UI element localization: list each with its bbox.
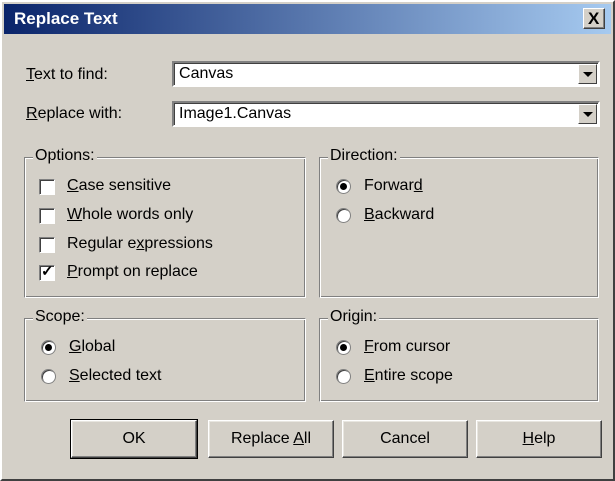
- replace-text-dialog: Replace Text X Text to find: Canvas Repl…: [0, 0, 615, 481]
- whole-words-label[interactable]: Whole words only: [67, 206, 193, 224]
- case-sensitive-checkbox[interactable]: [39, 179, 55, 195]
- title-bar[interactable]: Replace Text X: [4, 4, 611, 34]
- text-to-find-value[interactable]: Canvas: [179, 65, 233, 83]
- replace-with-dropdown-button[interactable]: [578, 104, 597, 124]
- replace-with-combo[interactable]: Image1.Canvas: [172, 101, 600, 127]
- selected-text-radio[interactable]: [41, 369, 56, 384]
- options-group: Options: Case sensitive Whole words only…: [24, 147, 306, 298]
- close-button[interactable]: X: [583, 8, 605, 29]
- radio-selected-dot: [340, 344, 347, 351]
- cancel-button[interactable]: Cancel: [342, 420, 468, 458]
- close-icon: X: [588, 9, 600, 28]
- prompt-on-replace-checkbox[interactable]: ✓: [39, 263, 55, 281]
- from-cursor-radio[interactable]: [336, 340, 351, 355]
- backward-radio[interactable]: [336, 208, 351, 223]
- scope-group: Scope: Global Selected text: [24, 308, 306, 402]
- text-to-find-combo[interactable]: Canvas: [172, 61, 600, 87]
- replace-with-value[interactable]: Image1.Canvas: [179, 105, 291, 123]
- replace-with-label: Replace with:: [26, 105, 123, 122]
- direction-group-title: Direction:: [328, 147, 400, 165]
- forward-label[interactable]: Forward: [364, 177, 423, 195]
- checkmark-icon: ✓: [41, 263, 54, 280]
- radio-selected-dot: [340, 183, 347, 190]
- text-to-find-dropdown-button[interactable]: [578, 64, 597, 84]
- window-title: Replace Text: [14, 9, 118, 28]
- origin-group-title: Origin:: [328, 308, 380, 326]
- radio-selected-dot: [45, 344, 52, 351]
- forward-radio[interactable]: [336, 179, 351, 194]
- scope-group-title: Scope:: [33, 308, 87, 326]
- replace-with-accel: R: [26, 105, 38, 122]
- origin-group: Origin: From cursor Entire scope: [319, 308, 599, 402]
- backward-label[interactable]: Backward: [364, 206, 434, 224]
- case-sensitive-label[interactable]: Case sensitive: [67, 177, 171, 195]
- prompt-on-replace-label[interactable]: Prompt on replace: [67, 263, 198, 281]
- text-to-find-accel: T: [26, 66, 34, 83]
- from-cursor-label[interactable]: From cursor: [364, 338, 450, 356]
- regular-expressions-checkbox[interactable]: [39, 237, 55, 253]
- direction-group: Direction: Forward Backward: [319, 147, 599, 298]
- help-button[interactable]: Help: [476, 420, 602, 458]
- selected-text-label[interactable]: Selected text: [69, 367, 162, 385]
- chevron-down-icon: [583, 72, 593, 77]
- global-label[interactable]: Global: [69, 338, 115, 356]
- ok-button[interactable]: OK: [70, 419, 198, 459]
- options-group-title: Options:: [33, 147, 97, 165]
- entire-scope-label[interactable]: Entire scope: [364, 367, 453, 385]
- chevron-down-icon: [583, 112, 593, 117]
- whole-words-checkbox[interactable]: [39, 208, 55, 224]
- replace-all-button[interactable]: Replace All: [208, 420, 334, 458]
- global-radio[interactable]: [41, 340, 56, 355]
- regular-expressions-label[interactable]: Regular expressions: [67, 235, 213, 253]
- text-to-find-label: Text to find:: [26, 66, 108, 83]
- entire-scope-radio[interactable]: [336, 369, 351, 384]
